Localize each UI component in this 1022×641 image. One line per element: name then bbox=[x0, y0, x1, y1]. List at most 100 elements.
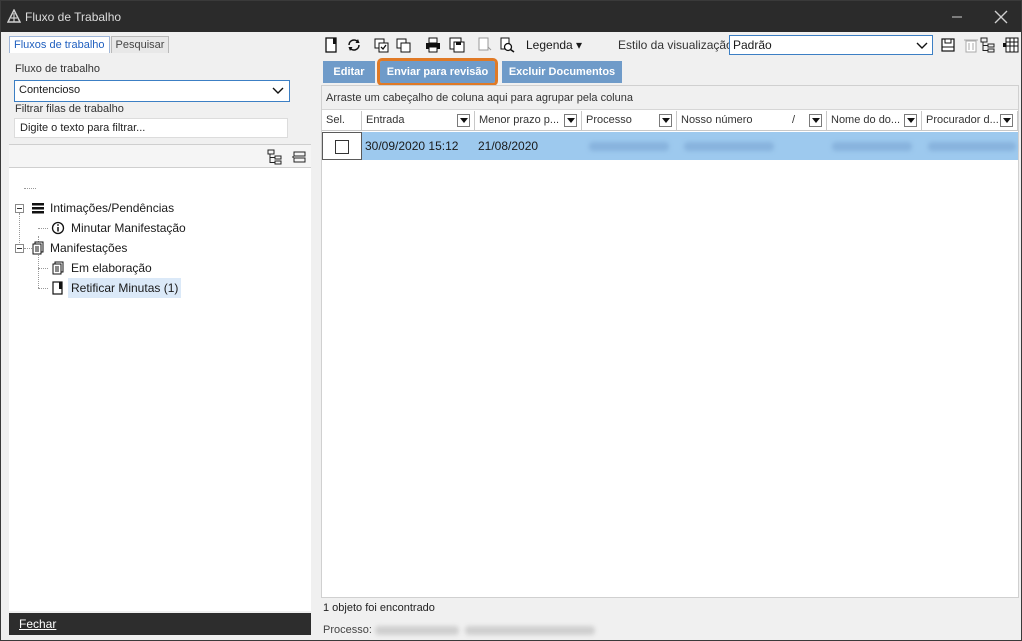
cell-menor-prazo: 21/08/2020 bbox=[478, 139, 539, 153]
close-icon bbox=[994, 10, 1008, 23]
fluxo-label: Fluxo de trabalho bbox=[15, 63, 100, 75]
tab-pesquisar[interactable]: Pesquisar bbox=[110, 36, 170, 53]
minimize-button[interactable] bbox=[935, 1, 979, 32]
print-icon[interactable] bbox=[425, 37, 441, 53]
workflow-tree: Intimações/Pendências Minutar Manifestaç… bbox=[9, 168, 311, 611]
column-header-nosso-numero[interactable]: Nosso número / bbox=[677, 111, 827, 131]
column-filter-button[interactable] bbox=[564, 114, 577, 127]
redacted-nome-do-documento bbox=[832, 142, 912, 151]
column-header-procurador[interactable]: Procurador d... bbox=[922, 111, 1018, 131]
tree-node-label: Manifestações bbox=[50, 241, 128, 255]
tree-node-em-elaboracao[interactable]: Em elaboração bbox=[9, 258, 309, 278]
sort-indicator: / bbox=[792, 114, 796, 126]
column-title: Entrada bbox=[366, 114, 405, 126]
title-bar: Fluxo de Trabalho bbox=[1, 1, 1021, 32]
tree-view-icon[interactable] bbox=[980, 37, 996, 53]
save-view-icon[interactable] bbox=[940, 37, 956, 53]
fechar-label: Fechar bbox=[19, 617, 57, 631]
save-icon[interactable] bbox=[449, 37, 465, 53]
redacted-processo bbox=[589, 142, 669, 151]
fluxo-icon bbox=[7, 9, 21, 23]
tree-node-label: Retificar Minutas (1) bbox=[68, 278, 182, 298]
left-panel: Fluxos de trabalho Pesquisar Fluxo de tr… bbox=[3, 32, 315, 639]
redacted-processo-detail bbox=[465, 626, 595, 635]
fluxo-select-value: Contencioso bbox=[19, 84, 81, 96]
column-title: Processo bbox=[586, 114, 632, 126]
tree-node-label: Minutar Manifestação bbox=[71, 221, 186, 235]
column-filter-button[interactable] bbox=[659, 114, 672, 127]
tree-node-label: Em elaboração bbox=[71, 261, 152, 275]
chevron-down-icon bbox=[916, 42, 928, 49]
editar-button[interactable]: Editar bbox=[323, 61, 375, 83]
column-title: Nome do do... bbox=[831, 114, 901, 126]
estilo-select-value: Padrão bbox=[733, 38, 772, 52]
check-documents-icon[interactable] bbox=[374, 37, 390, 53]
excluir-documentos-button[interactable]: Excluir Documentos bbox=[502, 61, 622, 83]
legenda-dropdown[interactable]: Legenda ▾ bbox=[526, 38, 582, 52]
collapse-toggle[interactable] bbox=[15, 204, 24, 213]
expand-tree-icon[interactable] bbox=[267, 149, 283, 165]
redacted-processo-value bbox=[375, 626, 459, 635]
column-title: Nosso número bbox=[681, 114, 753, 126]
processo-label: Processo: bbox=[323, 624, 372, 636]
column-title: Procurador d... bbox=[926, 114, 999, 126]
document-icon bbox=[52, 281, 63, 295]
estilo-select[interactable]: Padrão bbox=[729, 35, 933, 55]
list-icon bbox=[32, 203, 44, 214]
column-header-nome-do-documento[interactable]: Nome do do... bbox=[827, 111, 922, 131]
info-icon bbox=[51, 221, 65, 235]
cell-entrada: 30/09/2020 15:12 bbox=[365, 139, 459, 153]
column-header-entrada[interactable]: Entrada bbox=[362, 111, 475, 131]
tree-toolbar bbox=[9, 144, 311, 168]
column-title: Sel. bbox=[326, 114, 345, 126]
row-select-cell bbox=[322, 132, 362, 160]
estilo-label: Estilo da visualização bbox=[618, 38, 733, 52]
tree-node-intimacoes[interactable]: Intimações/Pendências bbox=[9, 198, 309, 218]
copy-icon[interactable] bbox=[396, 37, 412, 53]
minimize-icon bbox=[952, 16, 962, 17]
column-title: Menor prazo p... bbox=[479, 114, 560, 126]
attach-document-icon[interactable] bbox=[476, 37, 492, 53]
collapse-toggle[interactable] bbox=[15, 244, 24, 253]
search-document-icon[interactable] bbox=[499, 37, 515, 53]
refresh-icon[interactable] bbox=[346, 37, 362, 53]
column-filter-button[interactable] bbox=[457, 114, 470, 127]
action-bar: Editar Enviar para revisão Excluir Docum… bbox=[319, 58, 1021, 86]
new-document-icon[interactable] bbox=[323, 37, 339, 53]
tree-node-label: Intimações/Pendências bbox=[50, 201, 175, 215]
close-button[interactable] bbox=[979, 1, 1022, 32]
close-panel-button[interactable]: Fechar bbox=[9, 613, 311, 635]
group-by-panel: Arraste um cabeçalho de coluna aqui para… bbox=[322, 86, 1018, 110]
chevron-down-icon bbox=[272, 87, 284, 94]
tree-connector bbox=[24, 188, 36, 189]
documents-grid: Arraste um cabeçalho de coluna aqui para… bbox=[321, 85, 1019, 598]
column-chooser-icon[interactable] bbox=[1003, 37, 1019, 53]
documents-icon bbox=[52, 261, 64, 275]
main-toolbar: Legenda ▾ Estilo da visualização Padrão bbox=[319, 32, 1021, 58]
column-filter-button[interactable] bbox=[809, 114, 822, 127]
status-text: 1 objeto foi encontrado bbox=[323, 602, 435, 614]
column-filter-button[interactable] bbox=[1000, 114, 1013, 127]
tree-node-retificar-minutas[interactable]: Retificar Minutas (1) bbox=[9, 278, 309, 298]
fluxo-select[interactable]: Contencioso bbox=[14, 80, 290, 102]
window-title: Fluxo de Trabalho bbox=[25, 10, 122, 24]
column-header-menor-prazo[interactable]: Menor prazo p... bbox=[475, 111, 582, 131]
row-checkbox[interactable] bbox=[335, 140, 349, 154]
redacted-procurador bbox=[928, 142, 1016, 151]
left-tabs: Fluxos de trabalho Pesquisar bbox=[9, 36, 170, 53]
documents-icon bbox=[32, 241, 44, 255]
column-filter-button[interactable] bbox=[904, 114, 917, 127]
column-header-sel[interactable]: Sel. bbox=[322, 111, 362, 131]
table-row[interactable]: 30/09/2020 15:12 21/08/2020 bbox=[322, 132, 1018, 160]
column-header-processo[interactable]: Processo bbox=[582, 111, 677, 131]
filter-input[interactable]: Digite o texto para filtrar... bbox=[14, 118, 288, 138]
window: Fluxo de Trabalho Fluxos de trabalho Pes… bbox=[0, 0, 1022, 641]
tree-node-manifestacoes[interactable]: Manifestações bbox=[9, 238, 309, 258]
filtrar-label: Filtrar filas de trabalho bbox=[15, 103, 124, 115]
tab-fluxos-de-trabalho[interactable]: Fluxos de trabalho bbox=[9, 36, 110, 53]
delete-view-icon[interactable] bbox=[963, 37, 979, 53]
tree-node-minutar[interactable]: Minutar Manifestação bbox=[9, 218, 309, 238]
right-panel: Legenda ▾ Estilo da visualização Padrão … bbox=[319, 32, 1021, 639]
enviar-para-revisao-button[interactable]: Enviar para revisão bbox=[377, 58, 498, 86]
collapse-tree-icon[interactable] bbox=[291, 149, 307, 165]
